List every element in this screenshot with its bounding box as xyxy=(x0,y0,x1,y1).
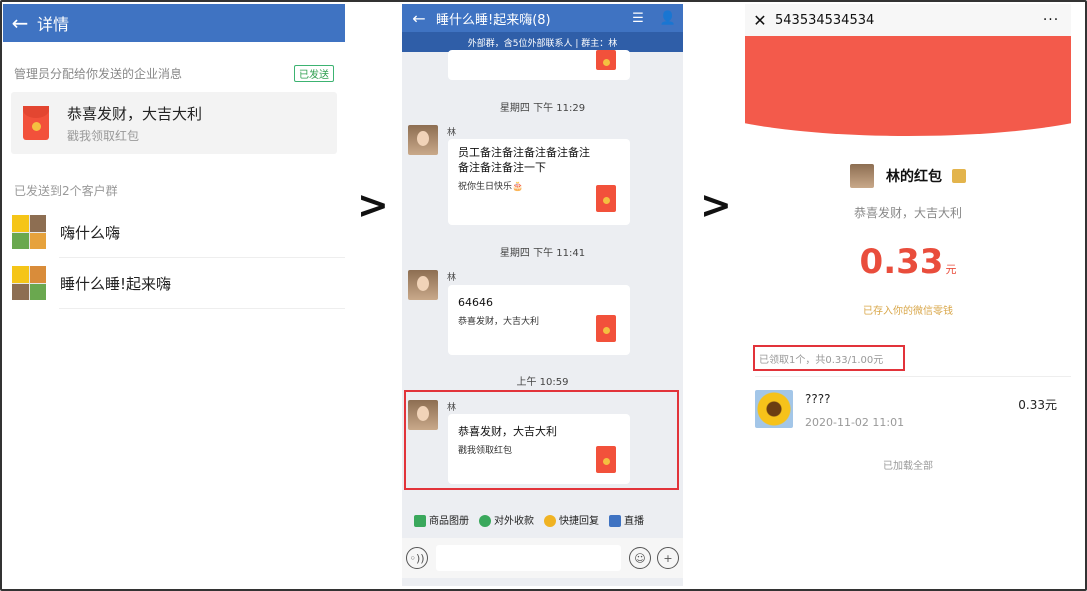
message-title: 64646 xyxy=(458,296,493,309)
red-packet-icon xyxy=(23,106,49,140)
section-header: 管理员分配给你发送的企业消息 已发送 xyxy=(3,58,345,88)
red-packet-message[interactable]: 员工备注备注备注备注备注备注备注备注一下 祝你生日快乐🎂 xyxy=(448,139,630,225)
group-name: 睡什么睡!起来嗨 xyxy=(60,274,172,293)
avatar xyxy=(755,390,793,428)
quick-tools-bar: 商品图册 对外收款 快捷回复 直播 xyxy=(402,504,683,534)
chat-title: 睡什么睡!起来嗨(8) xyxy=(436,12,551,28)
message-title: 员工备注备注备注备注备注备注备注备注一下 xyxy=(458,146,590,174)
catalog-icon xyxy=(414,514,426,527)
chat-header: ← 睡什么睡!起来嗨(8) ☰ 👤 xyxy=(402,4,683,32)
external-group-banner: 外部群，含5位外部联系人 | 群主：林 xyxy=(402,32,683,52)
divider xyxy=(59,308,345,309)
loaded-all-label: 已加载全部 xyxy=(883,461,933,472)
members-icon[interactable]: 👤 xyxy=(653,11,683,26)
more-icon[interactable]: ··· xyxy=(1031,12,1071,28)
tool-live[interactable]: 直播 xyxy=(609,512,644,527)
back-arrow-icon[interactable]: ← xyxy=(3,11,37,35)
voice-icon[interactable]: ◦)) xyxy=(406,547,428,569)
next-arrow: > xyxy=(357,183,389,227)
receiver-name: ???? xyxy=(805,392,831,406)
reply-icon xyxy=(544,514,556,527)
red-header-banner xyxy=(745,36,1071,136)
timestamp: 上午 10:59 xyxy=(516,377,569,388)
saved-note[interactable]: 已存入你的微信零钱 xyxy=(745,302,1071,317)
page-title: 详情 xyxy=(37,15,70,34)
message-input[interactable] xyxy=(436,545,621,571)
sender-name: 林的红包 xyxy=(886,169,942,185)
group-avatar xyxy=(12,266,46,300)
red-packet-message[interactable]: 64646 恭喜发财，大吉大利 xyxy=(448,285,630,355)
tool-quick-reply[interactable]: 快捷回复 xyxy=(544,512,599,527)
amount-display: 0.33 元 xyxy=(745,242,1071,282)
tool-external-payment[interactable]: 对外收款 xyxy=(479,512,534,527)
red-packet-icon xyxy=(596,315,616,342)
next-arrow: > xyxy=(700,183,732,227)
shield-icon xyxy=(479,514,491,527)
sender-row: 林的红包 xyxy=(745,164,1071,188)
groups-label: 已发送到2个客户群 xyxy=(14,184,118,198)
receive-amount: 0.33元 xyxy=(1018,398,1057,412)
message-bubble-partial[interactable] xyxy=(448,50,630,80)
avatar[interactable] xyxy=(408,270,438,300)
plus-icon[interactable]: + xyxy=(657,547,679,569)
group-chat-screen: ← 睡什么睡!起来嗨(8) ☰ 👤 外部群，含5位外部联系人 | 群主：林 星期… xyxy=(402,4,683,586)
received-summary: 已领取1个，共0.33/1.00元 xyxy=(753,345,905,371)
amount-value: 0.33 xyxy=(859,242,944,282)
group-name: 嗨什么嗨 xyxy=(60,223,121,242)
timestamp: 星期四 下午 11:41 xyxy=(499,248,586,259)
top-bar: ✕ 543534534534 ··· xyxy=(745,4,1071,36)
list-item: ???? 2020-11-02 11:01 0.33元 xyxy=(755,390,1061,432)
avatar xyxy=(850,164,874,188)
sender-name: 林 xyxy=(447,128,457,138)
red-packet-icon xyxy=(596,185,616,212)
back-arrow-icon[interactable]: ← xyxy=(402,9,436,28)
avatar[interactable] xyxy=(408,125,438,155)
header-bar: ← 详情 xyxy=(3,4,345,42)
list-item[interactable]: 嗨什么嗨 xyxy=(3,207,345,257)
sender-name: 林 xyxy=(447,273,457,283)
red-packet-message-card[interactable]: 恭喜发财，大吉大利 戳我领取红包 xyxy=(11,92,337,154)
greeting: 恭喜发财，大吉大利 xyxy=(853,206,962,220)
divider xyxy=(755,376,1071,377)
details-screen: ← 详情 管理员分配给你发送的企业消息 已发送 恭喜发财，大吉大利 戳我领取红包… xyxy=(3,4,345,586)
page-number-title: 543534534534 xyxy=(775,12,875,28)
group-avatar xyxy=(12,215,46,249)
sent-badge: 已发送 xyxy=(294,64,334,82)
input-bar: ◦)) ☺ + xyxy=(402,538,683,578)
receive-time: 2020-11-02 11:01 xyxy=(805,416,905,429)
live-icon xyxy=(609,514,621,527)
menu-icon[interactable]: ☰ xyxy=(623,11,653,26)
company-tag-icon xyxy=(952,169,966,183)
list-item[interactable]: 睡什么睡!起来嗨 xyxy=(3,258,345,308)
timestamp: 星期四 下午 11:29 xyxy=(499,103,586,114)
close-icon[interactable]: ✕ xyxy=(745,11,775,30)
tool-product-catalog[interactable]: 商品图册 xyxy=(414,512,469,527)
message-subtitle: 戳我领取红包 xyxy=(67,128,140,143)
section-label: 管理员分配给你发送的企业消息 xyxy=(14,66,183,81)
red-packet-detail-screen: ✕ 543534534534 ··· 林的红包 恭喜发财，大吉大利 0.33 元 … xyxy=(745,4,1071,586)
message-title: 恭喜发财，大吉大利 xyxy=(67,104,203,123)
red-packet-icon xyxy=(596,50,616,70)
highlight-box xyxy=(404,390,679,490)
emoji-icon[interactable]: ☺ xyxy=(629,547,651,569)
amount-unit: 元 xyxy=(945,263,957,276)
